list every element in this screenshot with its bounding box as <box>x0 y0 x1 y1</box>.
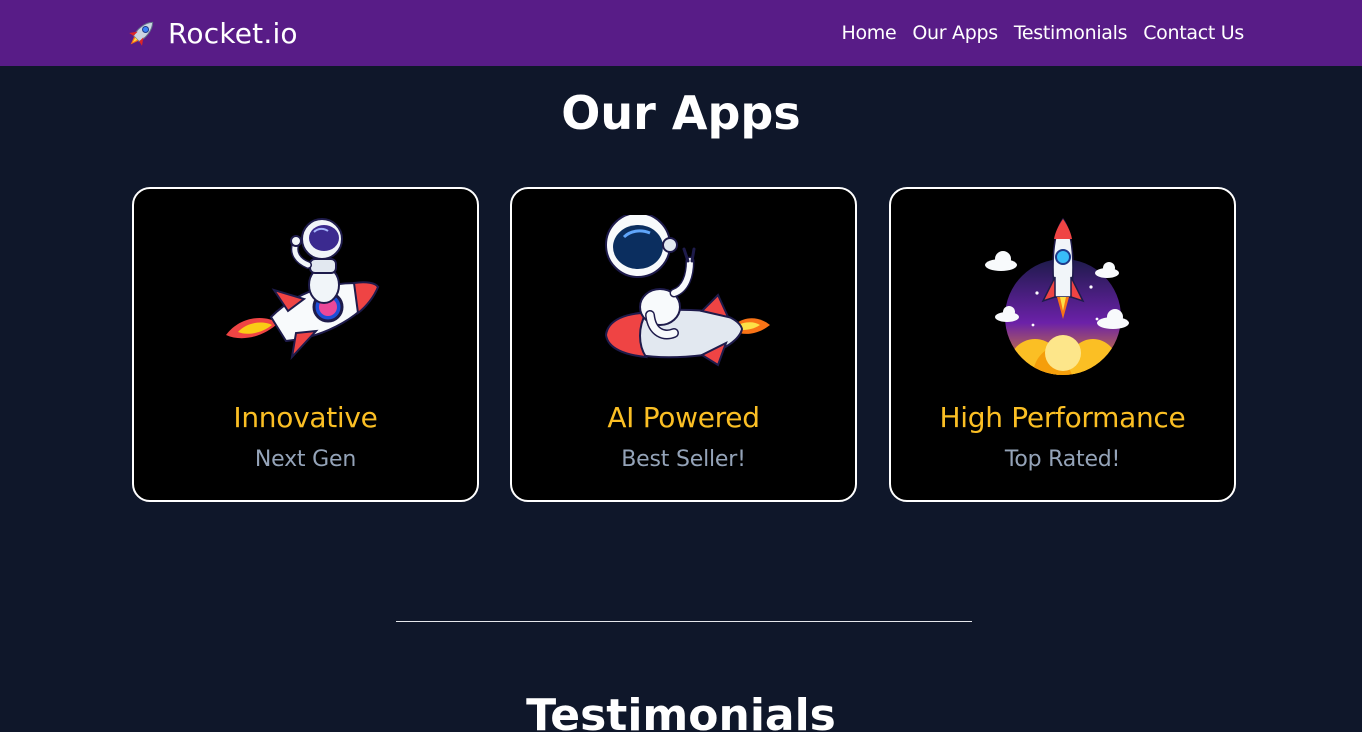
nav-link-testimonials[interactable]: Testimonials <box>1014 22 1128 44</box>
navbar: Rocket.io Home Our Apps Testimonials Con… <box>0 0 1362 66</box>
card-title: Innovative <box>233 401 378 434</box>
testimonials-title: Testimonials <box>526 690 836 732</box>
section-divider <box>396 621 972 622</box>
card-title: AI Powered <box>607 401 760 434</box>
card-title: High Performance <box>939 401 1186 434</box>
app-card-high-performance[interactable]: High Performance Top Rated! <box>889 187 1236 502</box>
card-subtitle: Top Rated! <box>1004 447 1121 472</box>
nav-links: Home Our Apps Testimonials Contact Us <box>841 19 1244 47</box>
rocket-icon <box>129 21 154 46</box>
astronaut-peace-sign-rocket-illustration <box>604 215 770 367</box>
brand-name: Rocket.io <box>168 16 298 50</box>
nav-link-home[interactable]: Home <box>841 22 896 44</box>
brand-logo-link[interactable]: Rocket.io <box>124 14 298 52</box>
rocket-launch-illustration <box>985 217 1129 375</box>
nav-link-contact-us[interactable]: Contact Us <box>1143 22 1244 44</box>
app-card-innovative[interactable]: Innovative Next Gen <box>132 187 479 502</box>
our-apps-title: Our Apps <box>561 86 801 140</box>
nav-link-our-apps[interactable]: Our Apps <box>912 22 998 44</box>
app-card-ai-powered[interactable]: AI Powered Best Seller! <box>510 187 857 502</box>
card-subtitle: Next Gen <box>254 447 357 472</box>
astronaut-riding-rocket-illustration <box>226 218 380 361</box>
card-subtitle: Best Seller! <box>621 447 746 472</box>
